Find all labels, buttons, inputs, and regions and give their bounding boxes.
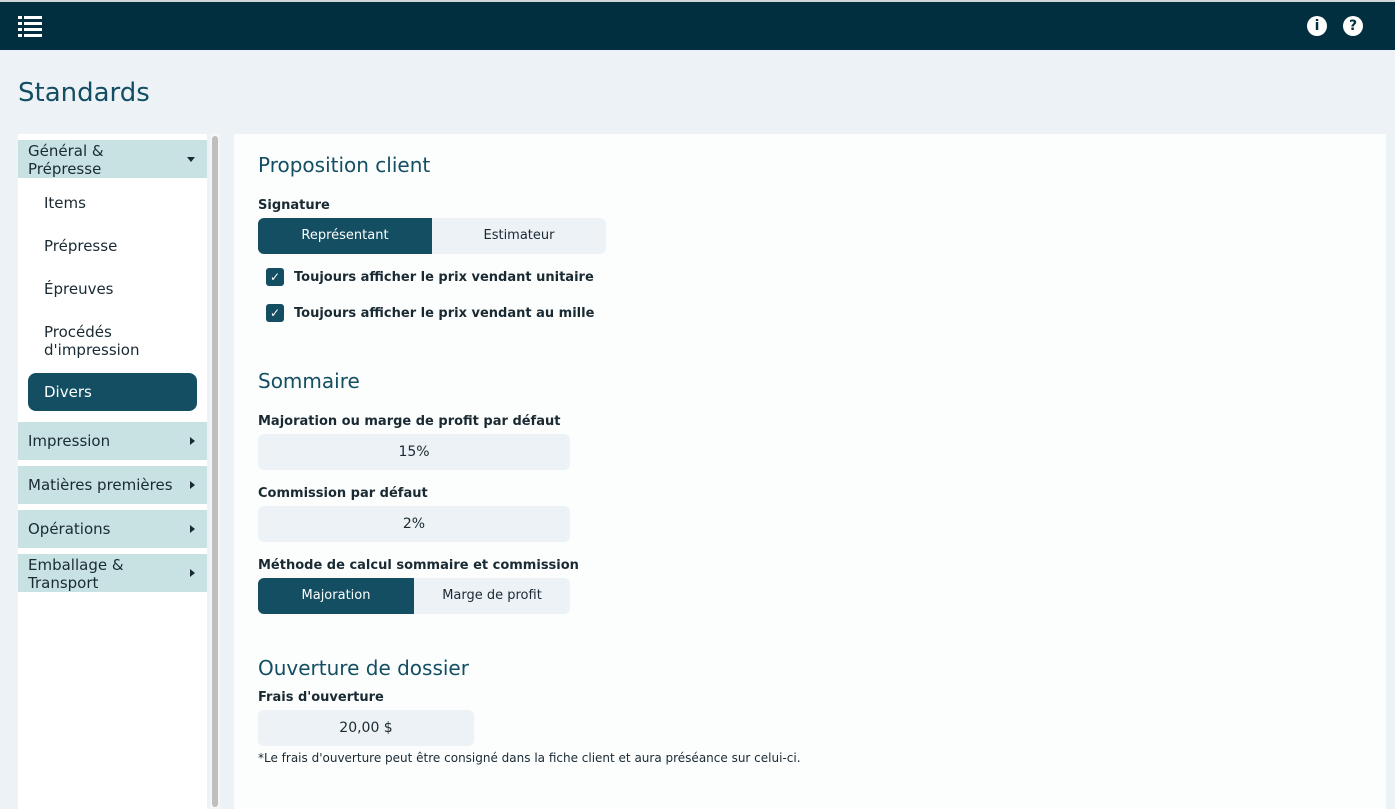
signature-toggle: Représentant Estimateur [258,218,606,254]
section-title-ouverture: Ouverture de dossier [258,656,469,680]
signature-option-representant[interactable]: Représentant [258,218,432,254]
checkbox-label: Toujours afficher le prix vendant au mil… [294,305,595,321]
markup-input[interactable]: 15% [258,434,570,470]
commission-input[interactable]: 2% [258,506,570,542]
caret-right-icon [190,569,195,577]
sidebar-item-divers[interactable]: Divers [28,373,197,411]
method-option-marge-profit[interactable]: Marge de profit [414,578,570,614]
checkbox-checked-icon[interactable]: ✓ [266,304,284,322]
markup-label: Majoration ou marge de profit par défaut [258,414,561,429]
sidebar-group-label: Opérations [28,520,111,538]
hamburger-list-icon[interactable] [18,15,42,37]
caret-right-icon [190,525,195,533]
help-icon[interactable]: ? [1343,16,1363,36]
sidebar-group-impression[interactable]: Impression [18,422,207,460]
sidebar-item-items[interactable]: Items [44,194,86,212]
sidebar-group-general-prepresse[interactable]: Général & Prépresse [18,140,207,178]
checkbox-label: Toujours afficher le prix vendant unitai… [294,269,594,285]
sidebar-item-prepresse[interactable]: Prépresse [44,237,117,255]
sidebar-group-label: Prépresse [28,160,102,178]
sidebar-group-emballage-transport[interactable]: Emballage & Transport [18,554,207,592]
caret-right-icon [190,437,195,445]
sidebar-group-matieres-premieres[interactable]: Matières premières [18,466,207,504]
info-icon[interactable]: i [1307,16,1327,36]
commission-label: Commission par défaut [258,486,428,501]
section-title-sommaire: Sommaire [258,369,360,393]
sidebar-group-operations[interactable]: Opérations [18,510,207,548]
signature-option-estimateur[interactable]: Estimateur [432,218,606,254]
method-label: Méthode de calcul sommaire et commission [258,558,579,573]
sidebar-item-label: Procédés [44,323,112,341]
fee-note: *Le frais d'ouverture peut être consigné… [258,751,801,765]
sidebar-item-label: d'impression [44,341,140,359]
scrollbar-thumb[interactable] [212,136,218,807]
sidebar-group-label: Matières premières [28,476,173,494]
sidebar-scrollbar[interactable] [210,134,220,809]
sidebar-group-label: Général & [28,142,104,160]
checkbox-prix-unitaire-row[interactable]: ✓ Toujours afficher le prix vendant unit… [266,268,594,286]
fee-input[interactable]: 20,00 $ [258,710,474,746]
sidebar-group-label: Transport [28,574,99,592]
page-title: Standards [18,78,150,108]
sidebar-item-epreuves[interactable]: Épreuves [44,280,114,298]
caret-down-icon [187,157,195,162]
sidebar-group-label: Impression [28,432,111,450]
caret-right-icon [190,481,195,489]
signature-label: Signature [258,198,330,213]
settings-panel: Proposition client Signature Représentan… [234,134,1386,809]
checkbox-checked-icon[interactable]: ✓ [266,268,284,286]
sidebar-group-label: Emballage & [28,556,124,574]
sidebar-item-procedes-impression[interactable]: Procédés d'impression [44,323,140,359]
method-option-majoration[interactable]: Majoration [258,578,414,614]
sidebar-nav: Général & Prépresse Items Prépresse Épre… [18,134,207,809]
top-bar: i ? [0,0,1395,50]
fee-label: Frais d'ouverture [258,690,384,705]
method-toggle: Majoration Marge de profit [258,578,570,614]
section-title-proposition: Proposition client [258,153,431,177]
checkbox-prix-mille-row[interactable]: ✓ Toujours afficher le prix vendant au m… [266,304,594,322]
